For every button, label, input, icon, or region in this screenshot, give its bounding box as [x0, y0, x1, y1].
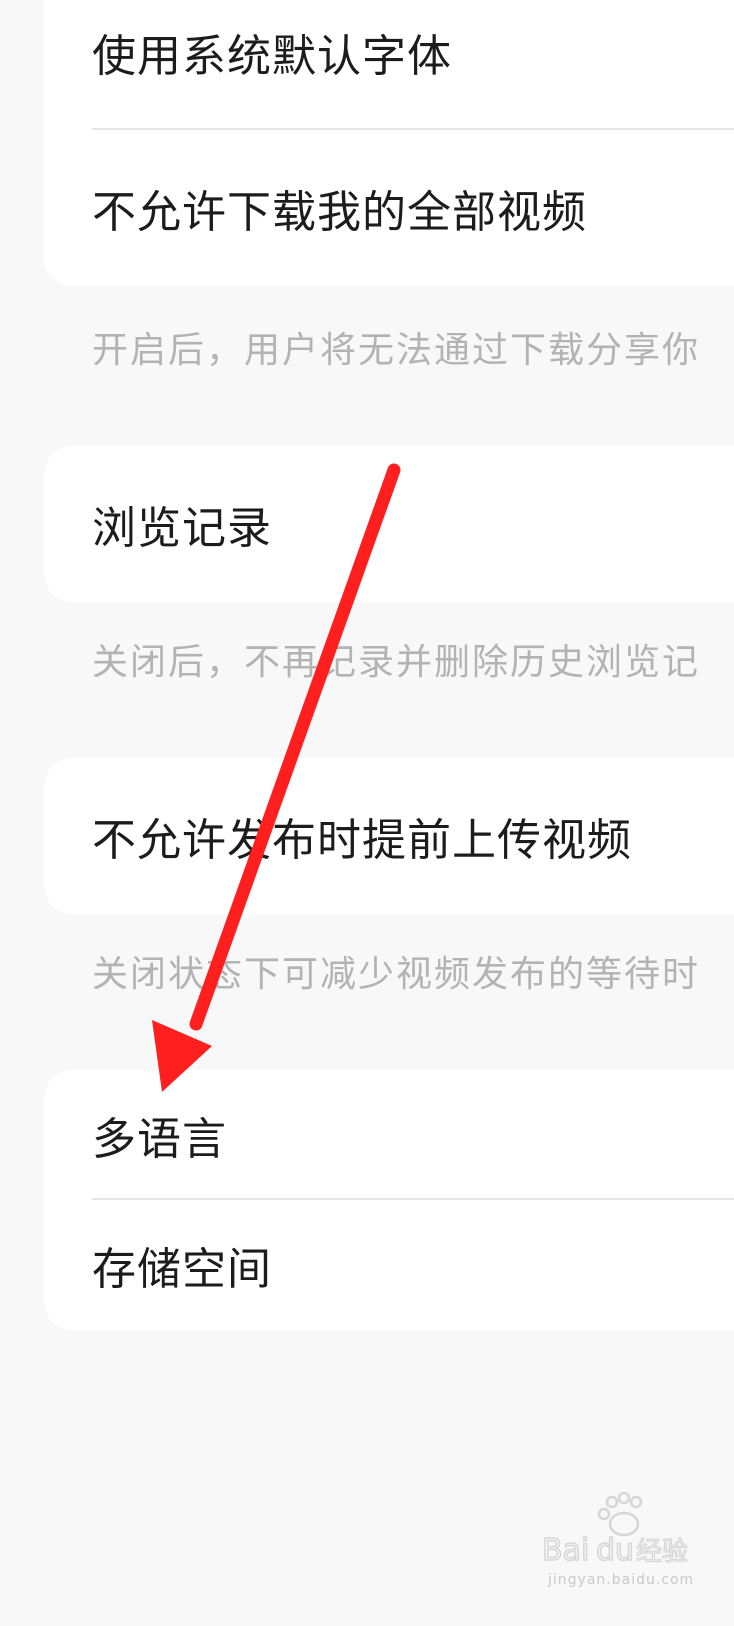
settings-card-upload: 不允许发布时提前上传视频 — [44, 758, 734, 914]
baidu-jingyan-watermark-logo: Bai du 经验 — [541, 1491, 689, 1569]
setting-row-multi-language[interactable]: 多语言 — [44, 1070, 734, 1200]
setting-label: 浏览记录 — [92, 503, 272, 554]
setting-label: 不允许下载我的全部视频 — [92, 187, 587, 238]
svg-text:du: du — [596, 1533, 634, 1568]
setting-row-storage[interactable]: 存储空间 — [44, 1200, 734, 1330]
setting-label: 使用系统默认字体 — [92, 31, 452, 82]
setting-label: 不允许发布时提前上传视频 — [92, 815, 632, 866]
setting-description: 关闭状态下可减少视频发布的等待时 — [92, 954, 701, 995]
setting-label: 多语言 — [92, 1114, 227, 1165]
settings-page: 使用系统默认字体 不允许下载我的全部视频 开启后，用户将无法通过下载分享你 浏览… — [0, 0, 734, 1626]
watermark-url: jingyan.baidu.com — [548, 1572, 695, 1588]
setting-description: 开启后，用户将无法通过下载分享你 — [92, 330, 701, 371]
setting-description: 关闭后，不再记录并删除历史浏览记 — [92, 642, 701, 683]
setting-label: 存储空间 — [92, 1244, 272, 1295]
svg-text:经验: 经验 — [636, 1537, 688, 1567]
setting-row-disallow-download[interactable]: 不允许下载我的全部视频 — [44, 130, 734, 286]
settings-card-history: 浏览记录 — [44, 446, 734, 602]
setting-row-system-font[interactable]: 使用系统默认字体 — [44, 0, 734, 130]
svg-text:Bai: Bai — [542, 1533, 589, 1568]
settings-card-display: 使用系统默认字体 不允许下载我的全部视频 — [44, 0, 734, 286]
settings-card-general: 多语言 存储空间 — [44, 1070, 734, 1330]
setting-row-browse-history[interactable]: 浏览记录 — [44, 446, 734, 602]
setting-row-preupload[interactable]: 不允许发布时提前上传视频 — [44, 758, 734, 914]
